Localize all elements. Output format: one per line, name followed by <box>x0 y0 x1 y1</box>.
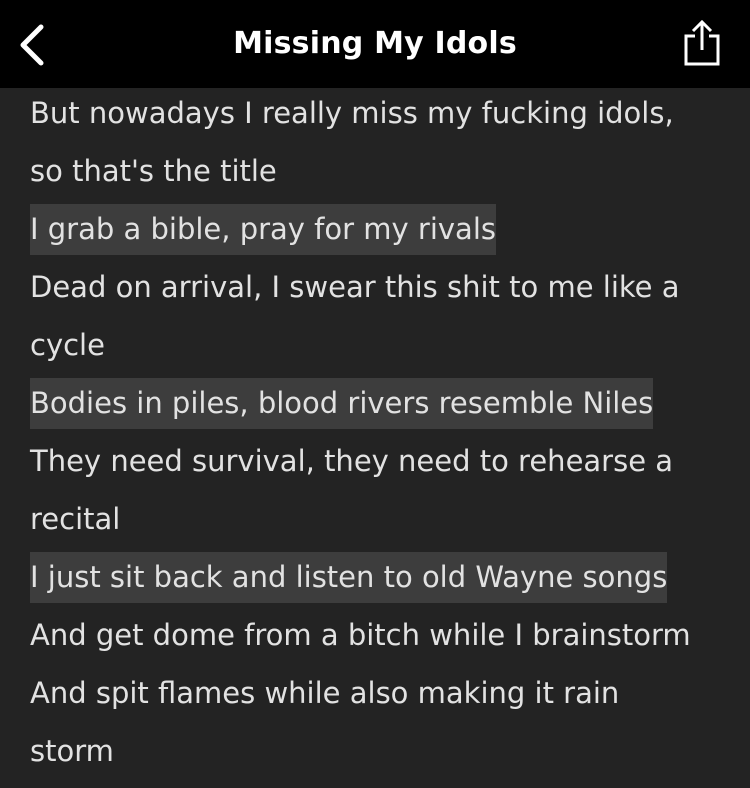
page-title: Missing My Idols <box>233 26 517 61</box>
lyric-line[interactable]: And spit flames while also making it rai… <box>30 668 619 719</box>
lyric-line[interactable]: storm <box>30 726 114 777</box>
share-button[interactable] <box>674 16 730 70</box>
lyrics-list: But nowadays I really miss my fucking id… <box>30 88 730 784</box>
lyric-line[interactable]: And get dome from a bitch while I brains… <box>30 610 691 661</box>
top-bar: Missing My Idols <box>0 0 750 88</box>
lyric-line[interactable]: But nowadays I really miss my fucking id… <box>30 88 674 139</box>
lyric-line-highlighted[interactable]: I just sit back and listen to old Wayne … <box>30 552 668 603</box>
lyric-line[interactable]: cycle <box>30 320 105 371</box>
share-icon <box>684 19 720 66</box>
lyric-line[interactable]: so that's the title <box>30 146 277 197</box>
lyric-line-highlighted[interactable]: Bodies in piles, blood rivers resemble N… <box>30 378 654 429</box>
lyric-line[interactable]: They need survival, they need to rehears… <box>30 436 673 487</box>
lyric-line-highlighted[interactable]: I grab a bible, pray for my rivals <box>30 204 496 255</box>
lyric-line[interactable]: recital <box>30 494 120 545</box>
lyric-line[interactable]: Dead on arrival, I swear this shit to me… <box>30 262 679 313</box>
